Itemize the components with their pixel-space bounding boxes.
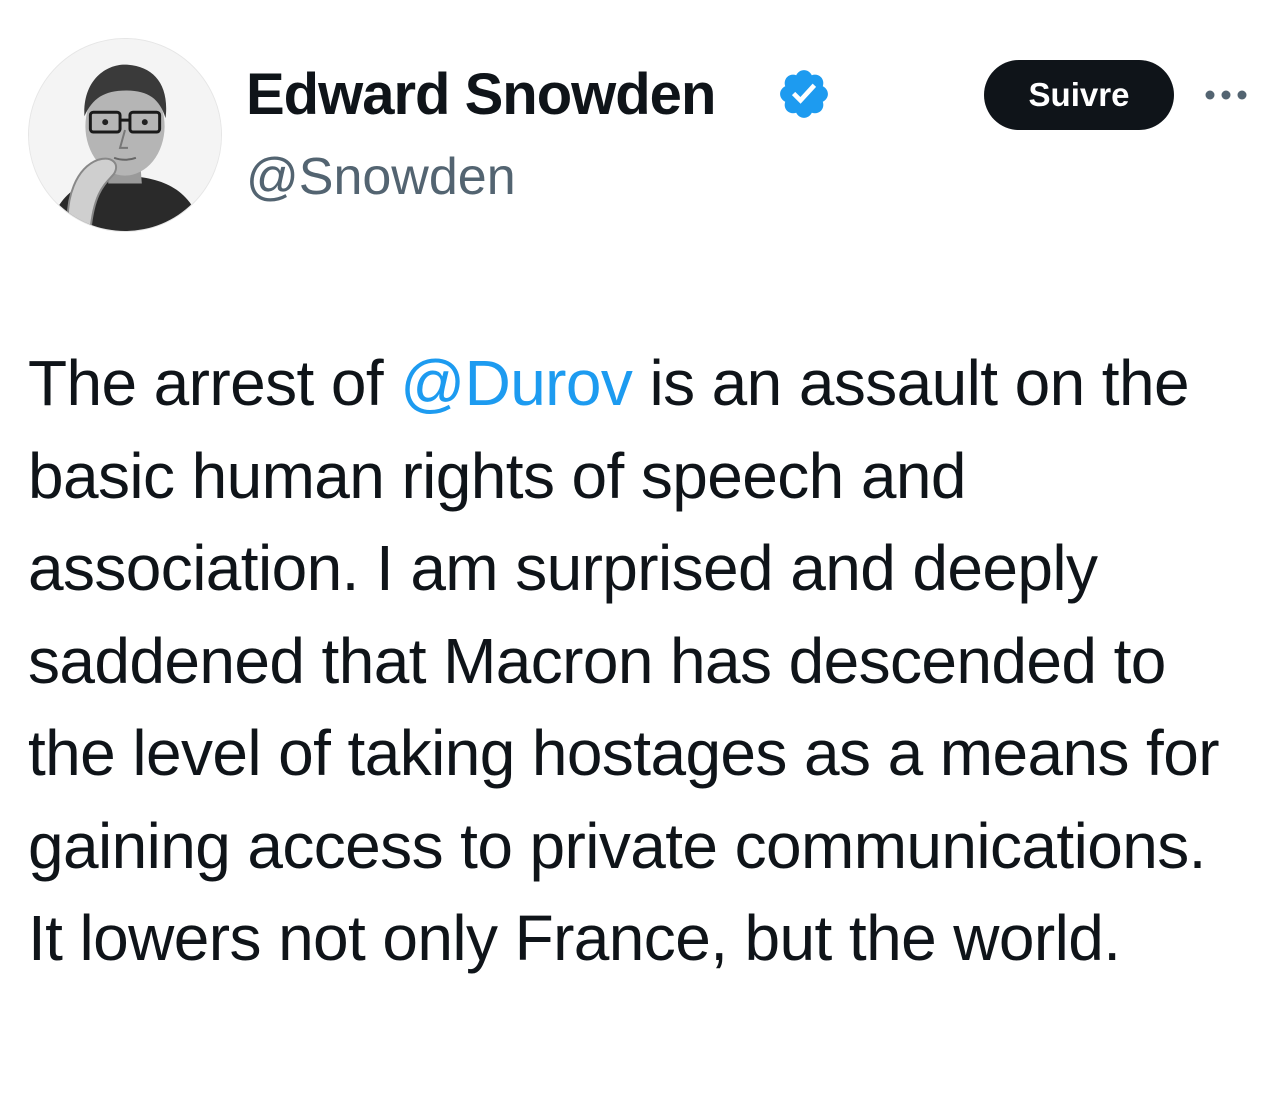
- more-dots-icon[interactable]: [1200, 80, 1252, 110]
- tweet-text: The arrest of @Durov is an assault on th…: [28, 337, 1248, 985]
- tweet-text-part: The arrest of: [28, 347, 401, 419]
- display-name[interactable]: Edward Snowden: [246, 60, 716, 130]
- tweet-card: Edward Snowden @Snowden Suivre The arres…: [0, 0, 1280, 1118]
- follow-button[interactable]: Suivre: [984, 60, 1174, 130]
- author-handle[interactable]: @Snowden: [246, 145, 516, 209]
- profile-photo-icon: [29, 39, 221, 231]
- tweet-text-part: is an assault on the basic human rights …: [28, 347, 1220, 974]
- mention-link[interactable]: @Durov: [400, 347, 633, 419]
- avatar[interactable]: [28, 38, 222, 232]
- verified-badge-icon: [780, 70, 828, 118]
